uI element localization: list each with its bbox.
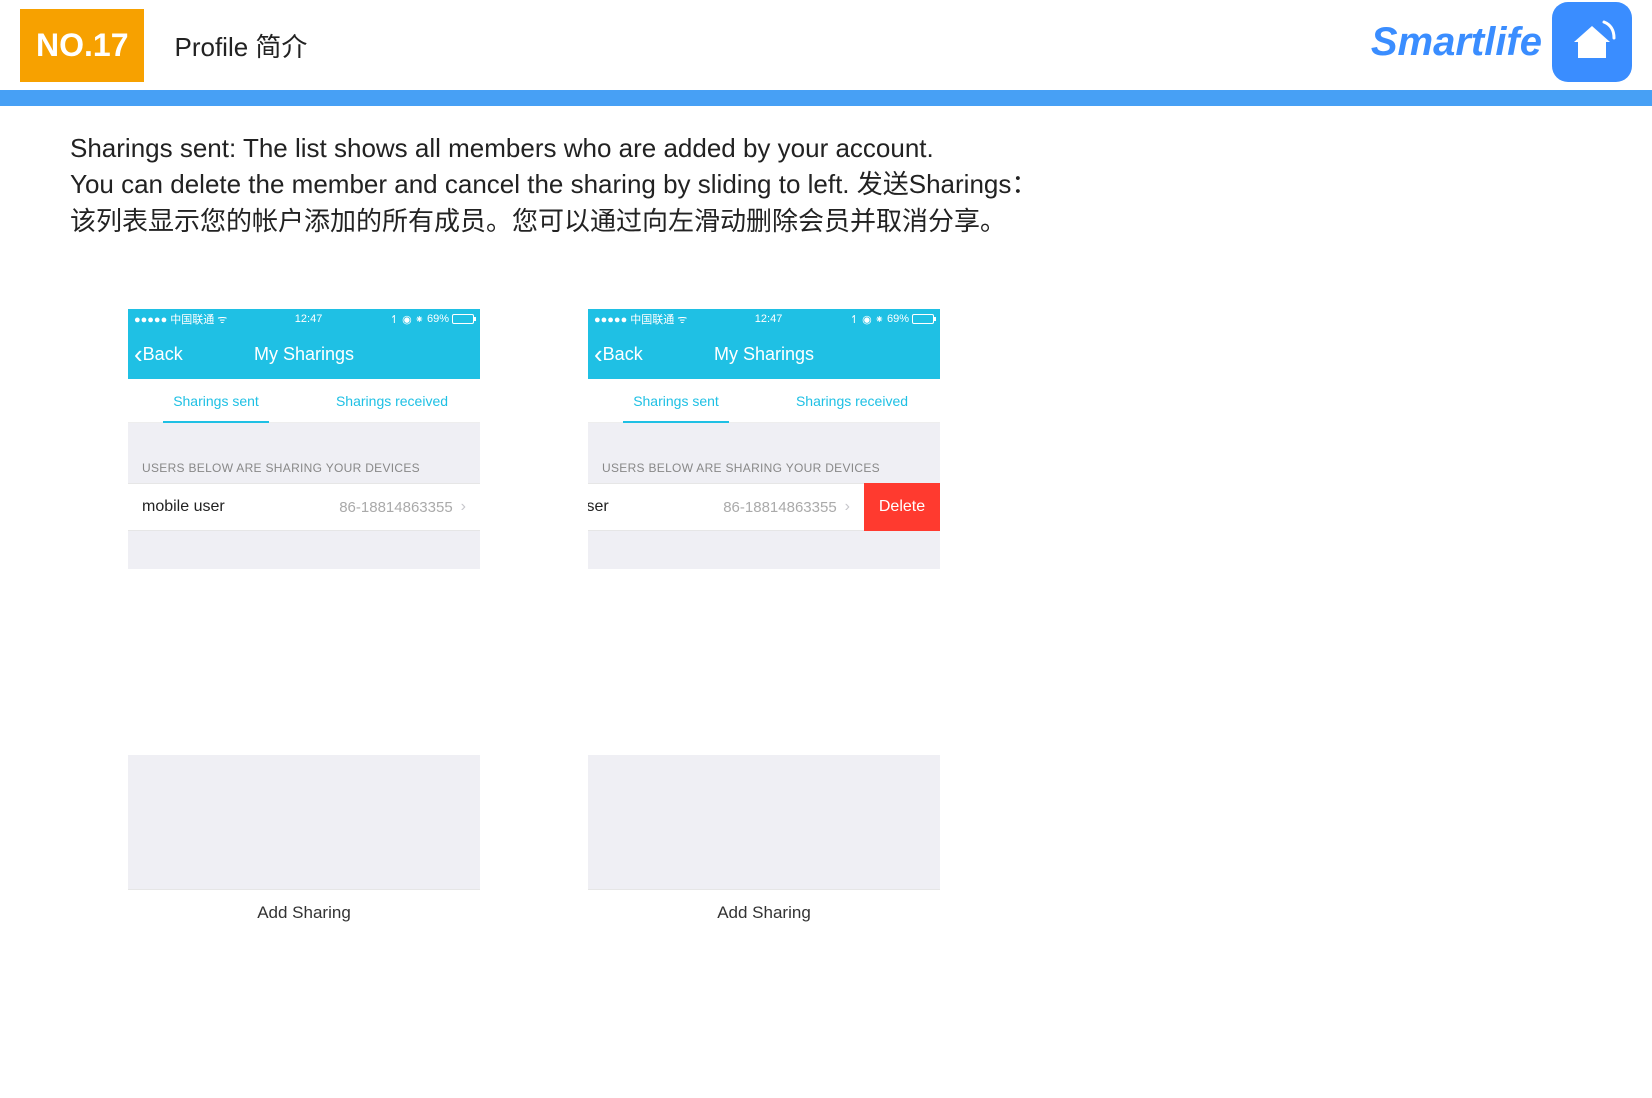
status-right: ↿ ◉ ⁕ 69% xyxy=(850,313,934,326)
chevron-right-icon: › xyxy=(461,498,466,516)
tab-bar: Sharings sent Sharings received xyxy=(128,379,480,423)
back-button[interactable]: ‹ Back xyxy=(128,339,183,370)
description-section: Sharings sent: The list shows all member… xyxy=(0,106,1652,259)
section-header: USERS BELOW ARE SHARING YOUR DEVICES xyxy=(588,451,940,483)
phone-screenshot-1: ●●●●● 中国联通 ᯤ 12:47 ↿ ◉ ⁕ 69% ‹ Back My S… xyxy=(128,309,480,935)
chevron-left-icon: ‹ xyxy=(134,339,143,370)
battery-icon xyxy=(452,314,474,324)
status-indicators: ↿ ◉ ⁕ xyxy=(390,313,424,326)
tab-sharings-sent[interactable]: Sharings sent xyxy=(128,379,304,422)
body-fill xyxy=(588,531,940,569)
add-sharing-button[interactable]: Add Sharing xyxy=(128,889,480,935)
footer-space xyxy=(588,755,940,889)
status-time: 12:47 xyxy=(755,313,783,325)
page-title: Profile 简介 xyxy=(174,27,307,64)
status-indicators: ↿ ◉ ⁕ xyxy=(850,313,884,326)
battery-percent: 69% xyxy=(427,313,449,325)
section-header: USERS BELOW ARE SHARING YOUR DEVICES xyxy=(128,451,480,483)
delete-button[interactable]: Delete xyxy=(864,483,940,531)
phone-screenshot-2: ●●●●● 中国联通 ᯤ 12:47 ↿ ◉ ⁕ 69% ‹ Back My S… xyxy=(588,309,940,935)
brand-area: Smartlife xyxy=(1371,2,1632,82)
tab-sharings-sent[interactable]: Sharings sent xyxy=(588,379,764,422)
chevron-right-icon: › xyxy=(845,498,850,516)
nav-bar: ‹ Back My Sharings xyxy=(128,329,480,379)
page-number-badge: NO.17 xyxy=(20,9,144,82)
content-area xyxy=(128,569,480,755)
tab-sharings-received[interactable]: Sharings received xyxy=(304,379,480,422)
chevron-left-icon: ‹ xyxy=(594,339,603,370)
body-fill xyxy=(128,531,480,569)
carrier-label: ●●●●● 中国联通 xyxy=(134,311,214,327)
user-row-right: 86-18814863355 › xyxy=(723,498,850,516)
battery-icon xyxy=(912,314,934,324)
user-row-wrap: mobile user 86-18814863355 › Delete xyxy=(588,483,940,531)
user-name: mobile user xyxy=(588,498,609,516)
brand-logo xyxy=(1552,2,1632,82)
status-bar: ●●●●● 中国联通 ᯤ 12:47 ↿ ◉ ⁕ 69% xyxy=(128,309,480,329)
nav-bar: ‹ Back My Sharings xyxy=(588,329,940,379)
carrier-label: ●●●●● 中国联通 xyxy=(594,311,674,327)
wifi-icon: ᯤ xyxy=(677,312,687,327)
content-area xyxy=(588,569,940,755)
house-icon xyxy=(1564,14,1620,70)
user-phone-number: 86-18814863355 xyxy=(339,499,452,516)
footer-space xyxy=(128,755,480,889)
page-header: NO.17 Profile 简介 Smartlife xyxy=(0,0,1652,90)
user-name: mobile user xyxy=(142,498,225,516)
user-row[interactable]: mobile user 86-18814863355 › xyxy=(128,483,480,531)
description-line-2: You can delete the member and cancel the… xyxy=(70,166,1582,202)
user-row-wrap: mobile user 86-18814863355 › xyxy=(128,483,480,531)
section-spacer xyxy=(128,423,480,451)
user-phone-number: 86-18814863355 xyxy=(723,499,836,516)
back-label: Back xyxy=(143,344,183,365)
back-label: Back xyxy=(603,344,643,365)
section-spacer xyxy=(588,423,940,451)
status-bar: ●●●●● 中国联通 ᯤ 12:47 ↿ ◉ ⁕ 69% xyxy=(588,309,940,329)
status-left: ●●●●● 中国联通 ᯤ xyxy=(594,311,687,327)
user-row[interactable]: mobile user 86-18814863355 › xyxy=(588,483,864,531)
status-right: ↿ ◉ ⁕ 69% xyxy=(390,313,474,326)
brand-name: Smartlife xyxy=(1371,20,1542,65)
phones-container: ●●●●● 中国联通 ᯤ 12:47 ↿ ◉ ⁕ 69% ‹ Back My S… xyxy=(0,259,1652,935)
status-left: ●●●●● 中国联通 ᯤ xyxy=(134,311,227,327)
status-time: 12:47 xyxy=(295,313,323,325)
description-line-3: 该列表显示您的帐户添加的所有成员。您可以通过向左滑动删除会员并取消分享。 xyxy=(70,203,1582,239)
tab-sharings-received[interactable]: Sharings received xyxy=(764,379,940,422)
wifi-icon: ᯤ xyxy=(217,312,227,327)
tab-bar: Sharings sent Sharings received xyxy=(588,379,940,423)
user-row-right: 86-18814863355 › xyxy=(339,498,466,516)
add-sharing-button[interactable]: Add Sharing xyxy=(588,889,940,935)
description-line-1: Sharings sent: The list shows all member… xyxy=(70,130,1582,166)
divider-bar xyxy=(0,90,1652,106)
battery-percent: 69% xyxy=(887,313,909,325)
back-button[interactable]: ‹ Back xyxy=(588,339,643,370)
